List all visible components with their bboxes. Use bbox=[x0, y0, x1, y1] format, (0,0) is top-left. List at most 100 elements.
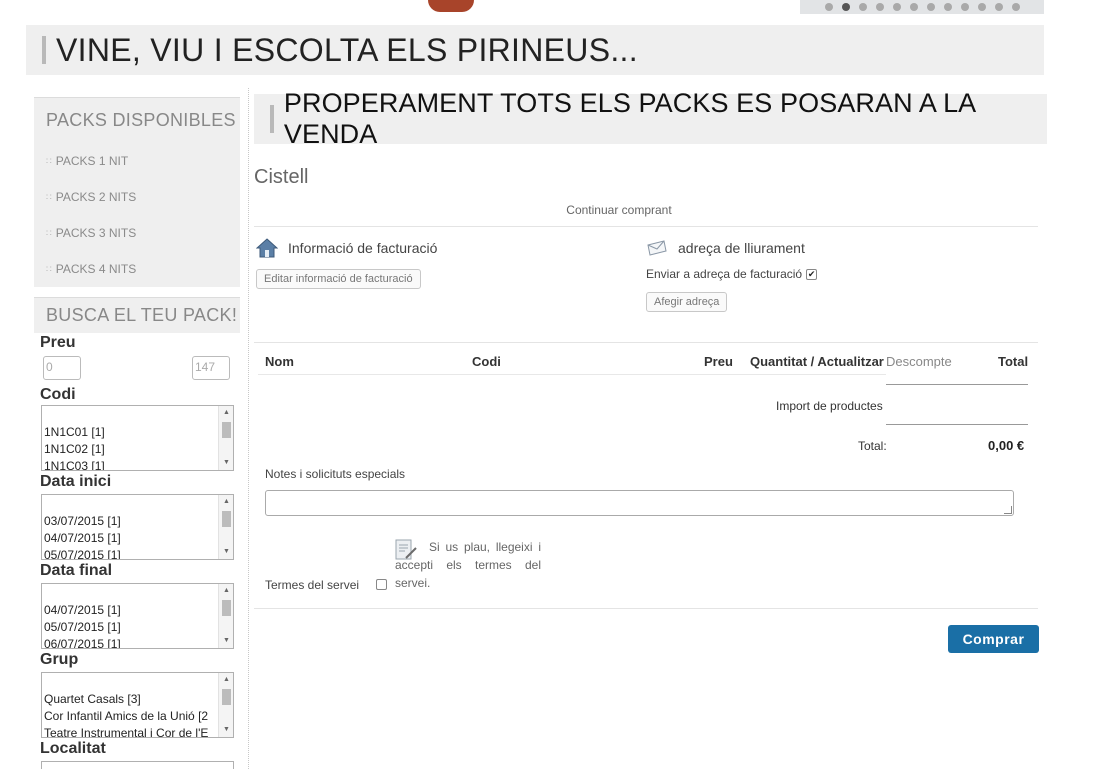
notes-label: Notes i solicituts especials bbox=[265, 467, 406, 481]
table-header-rule bbox=[258, 374, 886, 375]
main-banner: PROPERAMENT TOTS ELS PACKS ES POSARAN A … bbox=[254, 88, 1047, 149]
pack-item-3-nits[interactable]: ∷ PACKS 3 NITS bbox=[46, 215, 240, 251]
scroll-down-icon[interactable]: ▼ bbox=[219, 456, 233, 470]
start-date-label: Data inici bbox=[40, 473, 112, 490]
scroll-thumb[interactable] bbox=[222, 689, 231, 705]
sidebar: PACKS DISPONIBLES ∷ PACKS 1 NIT ∷ PACKS 2 … bbox=[34, 97, 240, 769]
start-date-option[interactable]: 05/07/2015 [1] bbox=[44, 547, 217, 559]
end-date-option[interactable]: 04/07/2015 [1] bbox=[44, 602, 217, 619]
notes-textarea[interactable] bbox=[265, 490, 1014, 516]
terms-section: Termes del servei Si us plau, llegeixi i… bbox=[254, 538, 1047, 600]
scroll-up-icon[interactable]: ▲ bbox=[219, 495, 233, 509]
column-discount: Descompte bbox=[886, 354, 952, 369]
total-value: 0,00 € bbox=[988, 438, 1025, 453]
slider-dot[interactable] bbox=[858, 3, 867, 11]
start-date-option[interactable]: 04/07/2015 [1] bbox=[44, 530, 217, 547]
slider-dot[interactable] bbox=[994, 3, 1003, 11]
start-date-scrollbar[interactable]: ▲ ▼ bbox=[218, 495, 233, 559]
column-code: Codi bbox=[472, 354, 501, 369]
slider-dot[interactable] bbox=[841, 3, 850, 11]
envelope-icon bbox=[647, 240, 667, 256]
end-date-option[interactable]: 06/07/2015 [1] bbox=[44, 636, 217, 648]
address-section: Informació de facturació Editar informac… bbox=[254, 227, 1047, 342]
pack-item-2-nits[interactable]: ∷ PACKS 2 NITS bbox=[46, 179, 240, 215]
end-date-scrollbar[interactable]: ▲ ▼ bbox=[218, 584, 233, 648]
scroll-up-icon[interactable]: ▲ bbox=[219, 406, 233, 420]
ship-to-billing-row: Enviar a adreça de facturació ✔ bbox=[646, 267, 818, 281]
divider bbox=[254, 608, 1038, 609]
end-date-option[interactable]: 05/07/2015 [1] bbox=[44, 619, 217, 636]
ship-to-billing-checkbox[interactable]: ✔ bbox=[806, 268, 818, 280]
location-label: Localitat bbox=[40, 740, 106, 757]
slider-pagination[interactable] bbox=[800, 0, 1044, 14]
pack-item-1-nit[interactable]: ∷ PACKS 1 NIT bbox=[46, 143, 240, 179]
column-price: Preu bbox=[704, 354, 733, 369]
billing-section: Informació de facturació Editar informac… bbox=[256, 237, 437, 289]
scroll-down-icon[interactable]: ▼ bbox=[219, 723, 233, 737]
bullet-icon: ∷ bbox=[46, 227, 52, 238]
home-icon bbox=[256, 238, 278, 258]
group-scrollbar[interactable]: ▲ ▼ bbox=[218, 673, 233, 737]
slider-dot[interactable] bbox=[926, 3, 935, 11]
page-title: VINE, VIU I ESCOLTA ELS PIRINEUS... bbox=[56, 31, 638, 68]
price-max-input[interactable]: 147 bbox=[192, 356, 230, 380]
site-logo bbox=[428, 0, 474, 12]
pack-item-4-nits[interactable]: ∷ PACKS 4 NITS bbox=[46, 251, 240, 287]
packs-heading: PACKS DISPONIBLES bbox=[34, 97, 240, 143]
continue-shopping-link[interactable]: Continuar comprant bbox=[254, 203, 984, 217]
scroll-up-icon[interactable]: ▲ bbox=[219, 584, 233, 598]
end-date-label: Data final bbox=[40, 562, 113, 579]
end-date-select[interactable]: 04/07/2015 [1] 05/07/2015 [1] 06/07/2015… bbox=[41, 583, 234, 649]
shipping-section: adreça de lliurament Enviar a adreça de … bbox=[646, 237, 818, 312]
cart-title: Cistell bbox=[254, 166, 309, 188]
search-pack-heading: BUSCA EL TEU PACK! bbox=[34, 297, 240, 333]
code-select[interactable]: 1N1C01 [1] 1N1C02 [1] 1N1C03 [1] ▲ ▼ bbox=[41, 405, 234, 471]
terms-label: Termes del servei bbox=[265, 578, 360, 592]
price-label: Preu bbox=[40, 334, 76, 351]
bullet-icon: ∷ bbox=[46, 155, 52, 166]
totals-rule bbox=[886, 424, 1028, 425]
scroll-down-icon[interactable]: ▼ bbox=[219, 634, 233, 648]
slider-dot[interactable] bbox=[824, 3, 833, 11]
code-option[interactable]: 1N1C03 [1] bbox=[44, 458, 217, 470]
slider-dot[interactable] bbox=[892, 3, 901, 11]
start-date-option[interactable]: 03/07/2015 [1] bbox=[44, 513, 217, 530]
slider-dot[interactable] bbox=[875, 3, 884, 11]
code-label: Codi bbox=[40, 386, 76, 403]
group-option[interactable]: Teatre Instrumental i Cor de l'E bbox=[44, 725, 217, 737]
terms-link[interactable]: Si us plau, llegeixi i accepti els terme… bbox=[395, 538, 541, 592]
billing-heading: Informació de facturació bbox=[256, 237, 437, 259]
group-option[interactable]: Cor Infantil Amics de la Unió [2 bbox=[44, 708, 217, 725]
buy-button[interactable]: Comprar bbox=[948, 625, 1039, 653]
main-banner-title: PROPERAMENT TOTS ELS PACKS ES POSARAN A … bbox=[283, 88, 975, 149]
code-scrollbar[interactable]: ▲ ▼ bbox=[218, 406, 233, 470]
column-quantity: Quantitat / Actualitzar bbox=[750, 354, 884, 369]
column-name: Nom bbox=[265, 354, 294, 369]
banner-bar bbox=[42, 36, 46, 64]
group-label: Grup bbox=[40, 651, 79, 668]
edit-billing-button[interactable]: Editar informació de facturació bbox=[256, 269, 421, 289]
code-option[interactable]: 1N1C01 [1] bbox=[44, 424, 217, 441]
slider-dot[interactable] bbox=[909, 3, 918, 11]
scroll-thumb[interactable] bbox=[222, 600, 231, 616]
column-total: Total bbox=[998, 354, 1029, 369]
location-select[interactable] bbox=[41, 761, 234, 769]
resize-grip-icon[interactable] bbox=[1004, 506, 1012, 514]
start-date-select[interactable]: 03/07/2015 [1] 04/07/2015 [1] 05/07/2015… bbox=[41, 494, 234, 560]
slider-dot[interactable] bbox=[943, 3, 952, 11]
scroll-thumb[interactable] bbox=[222, 511, 231, 527]
add-address-button[interactable]: Afegir adreça bbox=[646, 292, 728, 312]
slider-dot[interactable] bbox=[1011, 3, 1020, 11]
scroll-up-icon[interactable]: ▲ bbox=[219, 673, 233, 687]
price-min-input[interactable]: 0 bbox=[43, 356, 81, 380]
scroll-down-icon[interactable]: ▼ bbox=[219, 545, 233, 559]
scroll-thumb[interactable] bbox=[222, 422, 231, 438]
slider-dot[interactable] bbox=[977, 3, 986, 11]
slider-dot[interactable] bbox=[960, 3, 969, 11]
products-import-label: Import de productes bbox=[776, 399, 883, 413]
group-option[interactable]: Quartet Casals [3] bbox=[44, 691, 217, 708]
group-select[interactable]: Quartet Casals [3] Cor Infantil Amics de… bbox=[41, 672, 234, 738]
terms-checkbox[interactable] bbox=[376, 579, 387, 590]
code-option[interactable]: 1N1C02 [1] bbox=[44, 441, 217, 458]
bullet-icon: ∷ bbox=[46, 263, 52, 274]
